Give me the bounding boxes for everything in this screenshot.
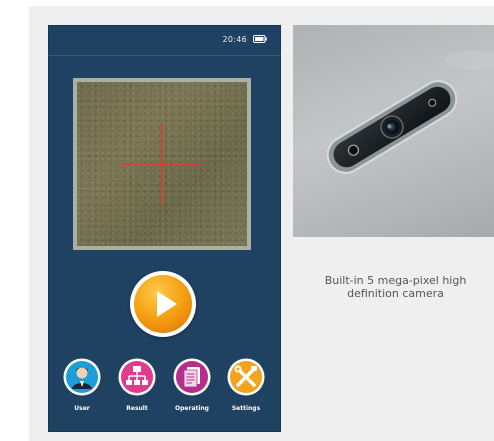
nav-item-result[interactable]: Result	[111, 358, 163, 428]
page: 20:46 User Result Operating Settings Bui…	[0, 0, 494, 441]
nav-item-user[interactable]: User	[56, 358, 108, 428]
camera-caption: Built-in 5 mega-pixel high definition ca…	[297, 274, 494, 300]
play-button[interactable]	[130, 271, 196, 337]
caption-line-1: Built-in 5 mega-pixel high	[324, 274, 467, 287]
operating-icon	[173, 358, 211, 396]
nav-label-result: Result	[126, 405, 148, 412]
camera-module-image	[326, 50, 494, 174]
status-time: 20:46	[222, 35, 247, 44]
nav-label-user: User	[74, 405, 90, 412]
nav-item-settings[interactable]: Settings	[220, 358, 272, 428]
camera-preview	[73, 78, 251, 250]
bottom-nav: User Result Operating Settings	[48, 358, 281, 428]
camera-photo	[293, 25, 494, 237]
play-icon	[134, 275, 192, 333]
caption-line-2: definition camera	[347, 287, 444, 300]
nav-item-operating[interactable]: Operating	[166, 358, 218, 428]
crosshair-icon	[121, 123, 202, 205]
result-icon	[118, 358, 156, 396]
status-bar: 20:46	[48, 25, 281, 56]
nav-label-settings: Settings	[231, 405, 261, 412]
nav-label-operating: Operating	[175, 405, 209, 412]
battery-icon	[253, 35, 267, 43]
settings-icon	[227, 358, 265, 396]
phone-screen: 20:46 User Result Operating Settings	[48, 25, 281, 432]
user-icon	[63, 358, 101, 396]
